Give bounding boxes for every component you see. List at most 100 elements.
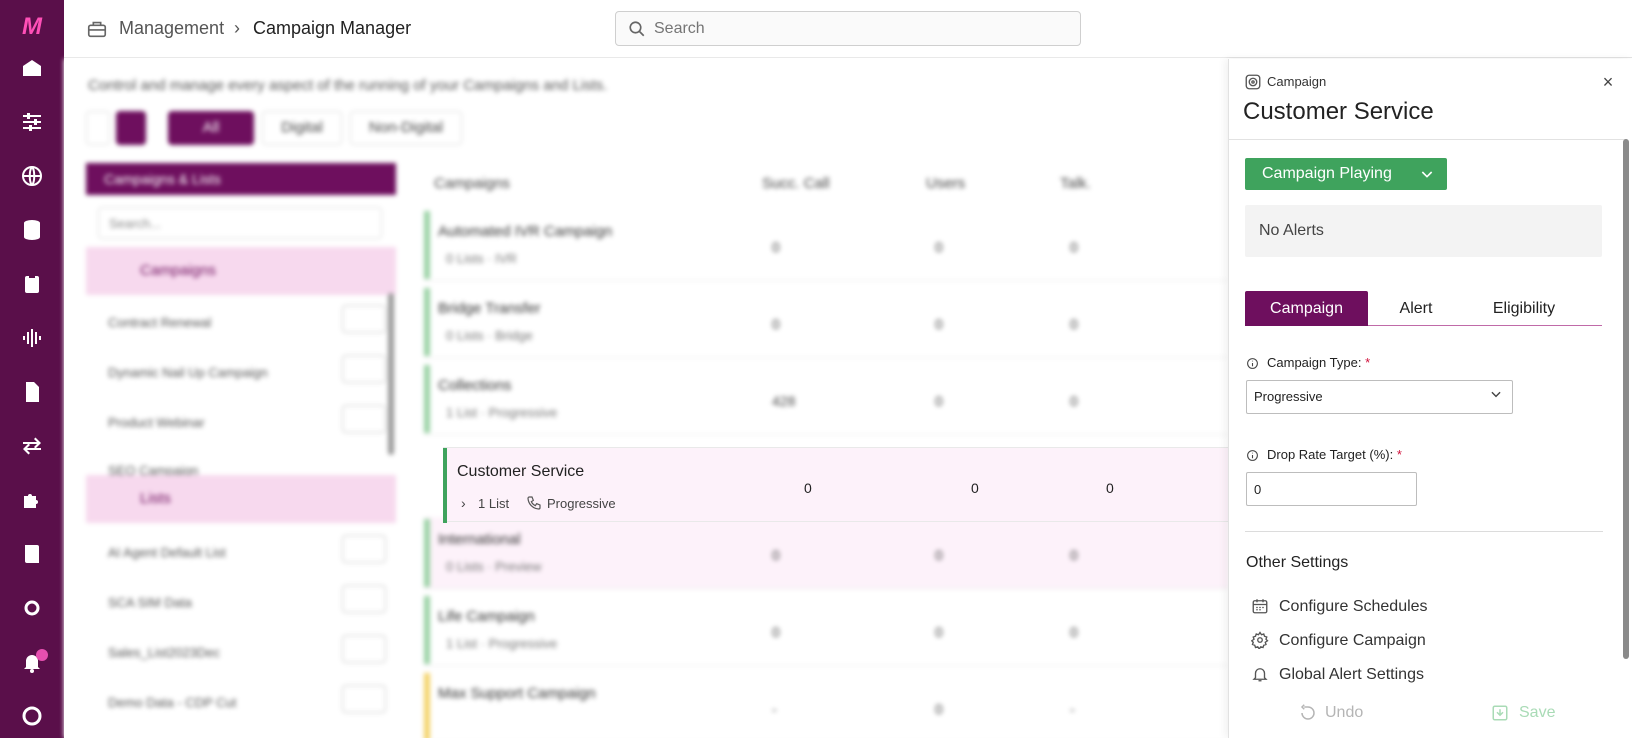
column-header[interactable]: Succ. Call xyxy=(762,175,830,192)
globe-icon[interactable] xyxy=(20,164,44,188)
campaign-name: Collections xyxy=(438,377,512,394)
cell: 428 xyxy=(772,393,796,409)
search-icon xyxy=(629,21,645,37)
phone-icon xyxy=(527,496,541,510)
campaigns-group[interactable]: Campaigns xyxy=(86,247,396,295)
breadcrumb-current: Campaign Manager xyxy=(253,18,412,38)
sidebar-scrollbar[interactable] xyxy=(388,293,394,455)
sidebar-campaign-item[interactable]: Dynamic Nail Up Campaign xyxy=(108,365,268,380)
campaigns-lists-sidebar: Campaigns & Lists Search... Campaigns Co… xyxy=(86,163,398,738)
cell: - xyxy=(1070,701,1075,717)
lists-group[interactable]: Lists xyxy=(86,475,396,523)
table-row[interactable]: Life Campaign 1 List · Progressive 0 0 0 xyxy=(424,594,1228,666)
layout-toggle-list[interactable] xyxy=(116,111,146,145)
cell: 0 xyxy=(1070,316,1078,332)
cell-succ-call: 0 xyxy=(804,480,812,496)
other-settings-title: Other Settings xyxy=(1246,554,1349,571)
tab-alert[interactable]: Alert xyxy=(1368,291,1464,326)
sidebar-header: Campaigns & Lists xyxy=(86,163,396,195)
filter-digital[interactable]: Digital xyxy=(262,111,342,145)
global-search[interactable] xyxy=(615,11,1081,46)
user-icon[interactable] xyxy=(20,704,44,728)
campaign-meta: 0 Lists · IVR xyxy=(446,251,517,266)
sliders-icon[interactable] xyxy=(20,110,44,134)
layout-toggle-grid[interactable] xyxy=(86,111,110,145)
status-label: Campaign Playing xyxy=(1262,165,1392,182)
cell: 0 xyxy=(1070,547,1078,563)
home-icon[interactable] xyxy=(20,56,44,80)
chevron-down-icon xyxy=(1491,391,1501,398)
panel-kicker: Campaign xyxy=(1267,74,1327,89)
puzzle-icon[interactable] xyxy=(20,488,44,512)
column-header[interactable]: Users xyxy=(926,175,965,192)
panel-scrollbar[interactable] xyxy=(1623,139,1629,659)
cell: 0 xyxy=(935,393,943,409)
sidebar-list-item[interactable]: SCA SIM Data xyxy=(108,595,192,610)
cell: 0 xyxy=(1070,393,1078,409)
filter-all[interactable]: All xyxy=(168,111,254,145)
campaign-type-value: Progressive xyxy=(1254,389,1323,404)
clipboard-icon[interactable] xyxy=(20,272,44,296)
close-icon[interactable]: × xyxy=(1599,73,1617,91)
target-icon xyxy=(1245,74,1261,90)
add-list-button[interactable] xyxy=(342,635,386,663)
cell: 0 xyxy=(772,239,780,255)
breadcrumb-management[interactable]: Management xyxy=(119,18,224,39)
table-row[interactable]: Collections 1 List · Progressive 428 0 0 xyxy=(424,363,1228,435)
campaign-name: International xyxy=(438,531,521,548)
audio-wave-icon[interactable] xyxy=(20,326,44,350)
row-status-bar xyxy=(443,448,447,523)
table-row[interactable]: Automated IVR Campaign 0 Lists · IVR 0 0… xyxy=(424,209,1228,281)
cell: 0 xyxy=(935,239,943,255)
swap-icon[interactable] xyxy=(20,434,44,458)
add-list-button[interactable] xyxy=(342,535,386,563)
add-campaign-button[interactable] xyxy=(342,305,386,333)
document-icon[interactable] xyxy=(20,380,44,404)
add-list-button[interactable] xyxy=(342,685,386,713)
book-icon[interactable] xyxy=(20,542,44,566)
campaign-name: Max Support Campaign xyxy=(438,685,596,702)
add-campaign-button[interactable] xyxy=(342,405,386,433)
undo-icon xyxy=(1300,704,1315,720)
page-description: Control and manage every aspect of the r… xyxy=(88,77,608,94)
cell: 0 xyxy=(935,624,943,640)
sidebar-campaign-item[interactable]: Product Webinar xyxy=(108,415,205,430)
campaign-type-select[interactable]: Progressive xyxy=(1246,380,1513,414)
column-header[interactable]: Campaigns xyxy=(434,175,510,192)
campaign-mode: Progressive xyxy=(547,496,616,511)
campaign-status-button[interactable]: Campaign Playing xyxy=(1245,158,1447,190)
add-campaign-button[interactable] xyxy=(342,355,386,383)
campaign-type-label: Campaign Type: * xyxy=(1267,355,1371,370)
column-header[interactable]: Talk. xyxy=(1060,175,1091,192)
add-list-button[interactable] xyxy=(342,585,386,613)
sidebar-list-item[interactable]: Demo Data - CDP Cut xyxy=(108,695,236,710)
table-row[interactable]: Max Support Campaign - 0 - xyxy=(424,671,1228,738)
table-row-selected[interactable]: Customer Service › 1 List Progressive 0 … xyxy=(443,447,1228,523)
alerts-box: No Alerts xyxy=(1245,205,1602,257)
settings-icon[interactable] xyxy=(20,596,44,620)
sidebar-list-item[interactable]: AI Agent Default List xyxy=(108,545,226,560)
save-icon xyxy=(1492,705,1508,721)
tab-eligibility[interactable]: Eligibility xyxy=(1464,291,1584,326)
cell: 0 xyxy=(1070,239,1078,255)
breadcrumb-separator: › xyxy=(234,18,240,38)
campaign-name: Life Campaign xyxy=(438,608,535,625)
database-icon[interactable] xyxy=(20,218,44,242)
search-input[interactable] xyxy=(654,18,1064,40)
sidebar-list-item[interactable]: Sales_List2023Dec xyxy=(108,645,220,660)
drop-rate-input[interactable] xyxy=(1246,472,1417,506)
table-row[interactable]: International 0 Lists · Preview 0 0 0 xyxy=(424,517,1228,589)
top-bar: Management › Campaign Manager xyxy=(64,0,1632,58)
brand-logo[interactable]: M xyxy=(14,14,50,40)
cell: 0 xyxy=(1070,624,1078,640)
divider xyxy=(1245,531,1603,532)
chevron-right-icon[interactable]: › xyxy=(461,495,466,511)
sidebar-search[interactable]: Search... xyxy=(98,207,382,239)
bell-icon xyxy=(1252,668,1268,682)
table-row[interactable]: Bridge Transfer 0 Lists · Bridge 0 0 0 xyxy=(424,286,1228,358)
tab-campaign[interactable]: Campaign xyxy=(1245,291,1368,326)
filter-non-digital[interactable]: Non-Digital xyxy=(350,111,462,145)
panel-tabs: Campaign Alert Eligibility xyxy=(1245,291,1602,326)
campaign-lists-count: 1 List xyxy=(478,496,510,511)
sidebar-campaign-item[interactable]: Contract Renewal xyxy=(108,315,211,330)
